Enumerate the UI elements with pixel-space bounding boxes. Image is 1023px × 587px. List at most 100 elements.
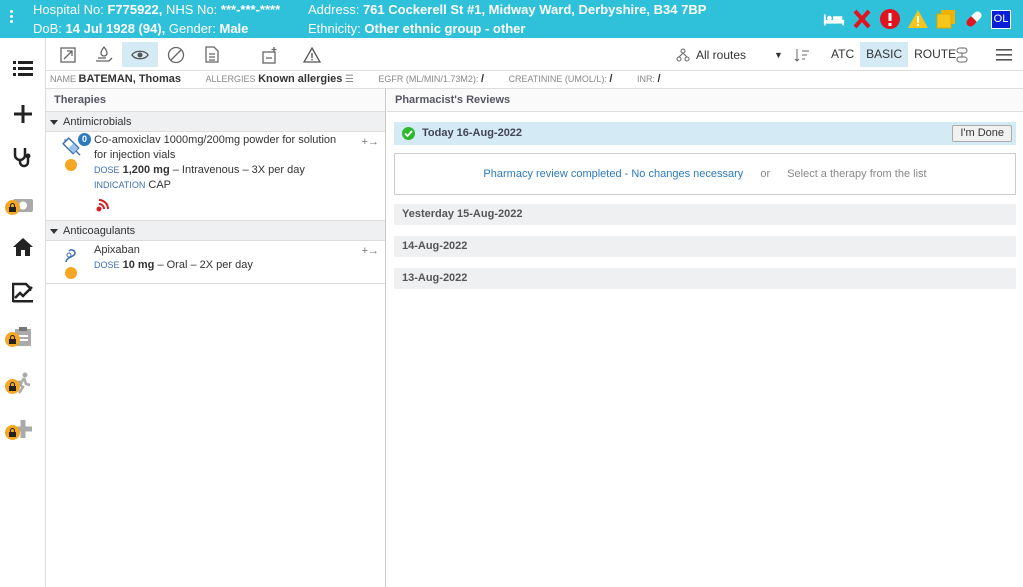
left-sidebar — [0, 38, 46, 587]
mode-tab-atc[interactable]: ATC — [825, 42, 860, 67]
sidebar-stethoscope-button[interactable] — [0, 137, 46, 177]
therapies-pane: Therapies Antimicrobials 0 Co-amoxiclav … — [46, 89, 386, 587]
sidebar-clipboard-button[interactable] — [0, 316, 46, 356]
review-day-today[interactable]: Today 16-Aug-2022 I'm Done — [394, 122, 1016, 145]
bed-icon[interactable] — [823, 8, 845, 30]
move-arrow-icon[interactable]: +→ — [362, 136, 379, 148]
main-toolbar: All routes ▼ ATC BASIC ROUTE — [46, 38, 1023, 71]
toolbar-menu-button[interactable] — [996, 42, 1012, 67]
toolbar-administer-button[interactable] — [86, 42, 122, 67]
inr-value: / — [657, 73, 661, 85]
route-frequency: – Intravenous – 3X per day — [172, 164, 305, 176]
close-x-icon[interactable] — [851, 8, 873, 30]
sidebar-home-button[interactable] — [0, 227, 46, 267]
hamburger-icon — [996, 48, 1012, 61]
therapy-details: Co-amoxiclav 1000mg/200mg powder for sol… — [94, 133, 336, 193]
sidebar-camera-button[interactable] — [0, 184, 46, 224]
ethnicity-label: Ethnicity: — [308, 21, 361, 36]
warning-triangle-icon[interactable] — [907, 8, 929, 30]
indication-label: INDICATION — [94, 180, 146, 190]
sidebar-walking-button[interactable] — [0, 363, 46, 403]
lock-icon — [5, 200, 20, 215]
therapy-item[interactable]: Apixaban DOSE 10 mg – Oral – 2X per day … — [46, 241, 385, 284]
banner-menu-button[interactable] — [10, 10, 14, 25]
address: 761 Cockerell St #1, Midway Ward, Derbys… — [362, 2, 707, 17]
banner-left-info: Hospital No: F775922, NHS No: ***-***-**… — [33, 0, 280, 38]
eye-icon — [131, 50, 149, 59]
allergies-list-icon[interactable]: ☰ — [345, 74, 354, 85]
allergies-value[interactable]: Known allergies — [258, 73, 342, 85]
stethoscope-icon — [13, 148, 31, 168]
patient-name: BATEMAN, Thomas — [78, 73, 181, 85]
ethnicity: Other ethnic group - other — [364, 21, 526, 36]
pill-capsule-icon — [167, 46, 185, 63]
dose-label: DOSE — [94, 260, 120, 270]
review-day-row[interactable]: Yesterday 15-Aug-2022 — [394, 204, 1016, 225]
alert-circle-icon[interactable] — [879, 8, 901, 30]
reviews-pane: Pharmacist's Reviews Today 16-Aug-2022 I… — [387, 89, 1023, 587]
toolbar-prescribe-button[interactable] — [50, 42, 86, 67]
im-done-button[interactable]: I'm Done — [952, 125, 1012, 142]
plus-icon — [14, 105, 32, 123]
sidebar-medical-cross-button[interactable] — [0, 409, 46, 449]
prescription-icon — [60, 46, 76, 63]
list-icon — [13, 61, 33, 76]
collapse-triangle-icon — [50, 119, 58, 125]
sidebar-add-button[interactable] — [0, 94, 46, 134]
move-arrow-icon[interactable]: +→ — [362, 245, 379, 257]
dose-value: 1,200 mg — [122, 164, 170, 176]
therapy-group-header[interactable]: Antimicrobials — [46, 112, 385, 132]
status-badge-icon — [65, 159, 77, 171]
toolbar-group-button[interactable] — [954, 42, 970, 67]
user-initials-badge[interactable]: OL — [991, 9, 1011, 29]
lock-icon — [5, 332, 20, 347]
review-day-row[interactable]: 13-Aug-2022 — [394, 268, 1016, 289]
therapy-group-name: Anticoagulants — [63, 225, 136, 237]
routes-filter-dropdown[interactable]: All routes ▼ — [676, 42, 783, 67]
banner-right-info: Address: 761 Cockerell St #1, Midway War… — [308, 0, 706, 38]
dose-label: DOSE — [94, 165, 120, 175]
banner-alert-icons: OL — [823, 8, 1011, 30]
therapy-name-line2: for injection vials — [94, 149, 176, 161]
hand-drop-icon — [96, 45, 113, 62]
address-label: Address: — [308, 2, 360, 17]
dob: 14 Jul 1928 (94), — [65, 21, 166, 36]
view-mode-tabs: ATC BASIC ROUTE — [825, 42, 962, 67]
review-completed-link[interactable]: Pharmacy review completed - No changes n… — [483, 168, 743, 180]
toolbar-warning-button[interactable] — [294, 42, 330, 67]
creatinine-value: / — [609, 73, 613, 85]
sort-button[interactable] — [794, 42, 810, 67]
lock-icon — [5, 425, 20, 440]
toolbar-add-order-button[interactable] — [252, 42, 288, 67]
document-icon — [205, 46, 219, 63]
egfr-label: EGFR (ML/MIN/1.73M2): — [378, 74, 479, 84]
pill-icon[interactable] — [963, 8, 985, 30]
notes-icon[interactable] — [935, 8, 957, 30]
toolbar-document-button[interactable] — [194, 42, 230, 67]
toolbar-review-button[interactable] — [122, 42, 158, 67]
reviews-title: Pharmacist's Reviews — [387, 89, 1023, 112]
name-label: NAME — [50, 74, 77, 84]
oral-med-icon — [65, 249, 76, 263]
therapy-item[interactable]: 0 Co-amoxiclav 1000mg/200mg powder for s… — [46, 132, 385, 221]
lock-icon — [5, 379, 20, 394]
review-day-row[interactable]: 14-Aug-2022 — [394, 236, 1016, 257]
dose-value: 10 mg — [122, 259, 155, 271]
warning-outline-icon — [303, 46, 321, 63]
mode-tab-basic[interactable]: BASIC — [860, 42, 909, 67]
therapies-title: Therapies — [46, 89, 385, 112]
therapy-name-line1: Co-amoxiclav 1000mg/200mg powder for sol… — [94, 134, 337, 146]
collapse-triangle-icon — [50, 228, 58, 234]
chevron-down-icon: ▼ — [774, 49, 783, 60]
toolbar-pills-button[interactable] — [158, 42, 194, 67]
hospital-no-label: Hospital No: — [33, 2, 104, 17]
sidebar-list-button[interactable] — [0, 48, 46, 88]
routes-icon — [676, 48, 690, 61]
select-therapy-hint: Select a therapy from the list — [787, 168, 927, 180]
dob-label: DoB: — [33, 21, 62, 36]
add-order-icon — [262, 46, 277, 64]
gender: Male — [219, 21, 249, 36]
home-icon — [13, 238, 33, 256]
therapy-group-header[interactable]: Anticoagulants — [46, 221, 385, 241]
sidebar-edit-chart-button[interactable] — [0, 272, 46, 312]
